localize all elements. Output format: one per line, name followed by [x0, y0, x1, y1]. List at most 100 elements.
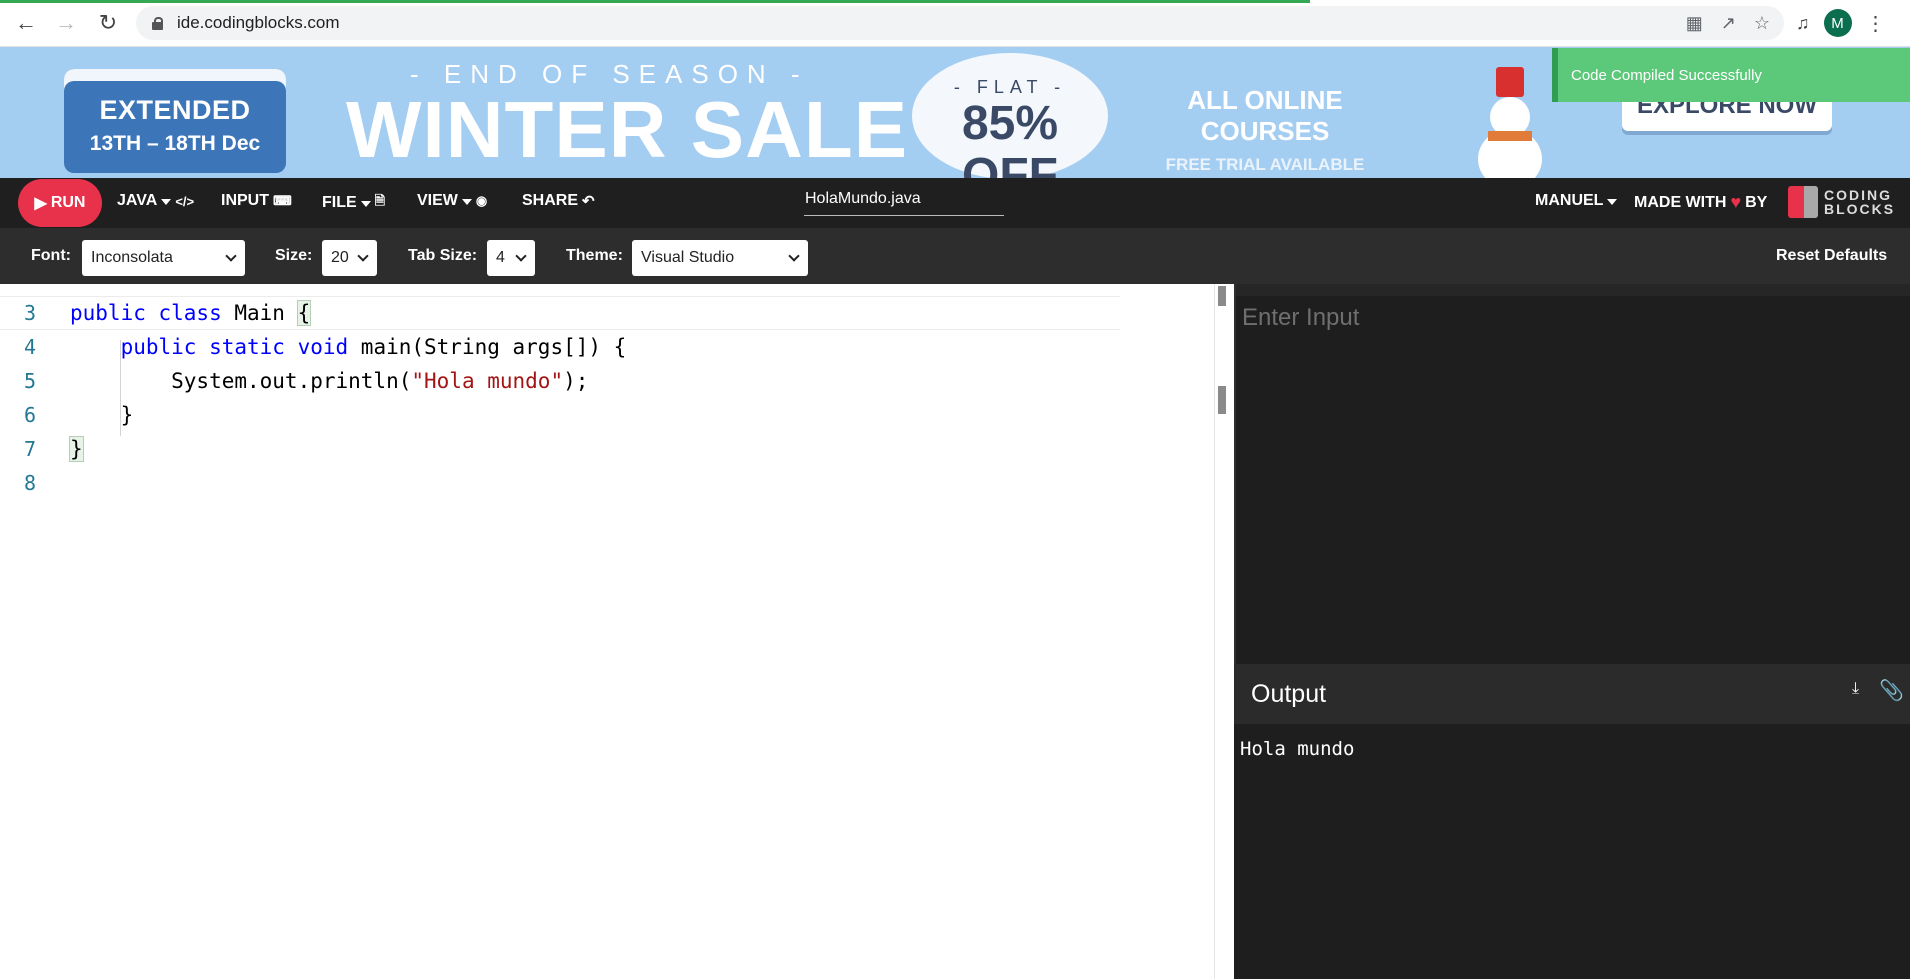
star-icon[interactable]: ☆: [1754, 13, 1770, 34]
discount-flat-label: - FLAT -: [953, 77, 1067, 97]
line-number: 3: [23, 301, 36, 325]
output-title: Output: [1251, 680, 1327, 708]
code-line[interactable]: 8: [0, 466, 1120, 500]
editor-scrollbar[interactable]: [1214, 284, 1234, 979]
run-button[interactable]: ▶ RUN: [18, 179, 102, 227]
run-label: RUN: [50, 194, 86, 211]
code-editor[interactable]: 3 public class Main { 4 public static vo…: [0, 284, 1234, 979]
user-label: MANUEL: [1535, 192, 1604, 209]
scrollbar-marker: [1218, 386, 1226, 414]
caret-down-icon: [161, 199, 172, 205]
sale-title: WINTER SALE: [346, 85, 909, 174]
url-text: ide.codingblocks.com: [177, 13, 340, 32]
code-line[interactable]: 6 }: [0, 398, 1120, 432]
browser-toolbar: ← → ↻ ide.codingblocks.com ▦ ↗ ☆ ♫ M ⋮: [0, 0, 1910, 47]
output-header: Output ⤓ 📎: [1234, 664, 1910, 724]
line-number: 6: [23, 403, 36, 427]
input-textarea[interactable]: Enter Input: [1234, 284, 1910, 664]
output-text: Hola mundo: [1240, 738, 1355, 760]
heart-icon: ♥: [1730, 192, 1742, 212]
reply-icon: ↶: [582, 193, 595, 210]
code-line[interactable]: 7 }: [0, 432, 1120, 466]
file-icon: 🗎: [374, 193, 386, 208]
eye-icon: ◉: [475, 193, 488, 208]
input-menu[interactable]: INPUT ⌨: [221, 192, 292, 210]
snowman-illustration: [1470, 67, 1550, 178]
back-arrow-icon[interactable]: ←: [6, 3, 46, 43]
courses-text: ALL ONLINE COURSES FREE TRIAL AVAILABLE: [1140, 85, 1390, 175]
play-icon: ▶: [34, 195, 47, 212]
editor-settings-bar: Font: Inconsolata Size: 20 Tab Size: 4 T…: [0, 228, 1910, 284]
forward-arrow-icon[interactable]: →: [46, 3, 86, 43]
lock-icon[interactable]: [152, 17, 163, 30]
page-load-progress-bar: [0, 0, 1310, 3]
ide-toolbar: ▶ RUN JAVA </> INPUT ⌨ FILE 🗎 VIEW ◉ SHA…: [0, 178, 1910, 228]
font-select[interactable]: Inconsolata: [82, 240, 245, 276]
theme-select[interactable]: Visual Studio: [632, 240, 808, 276]
tab-size-label: Tab Size:: [408, 247, 478, 264]
output-area: Hola mundo: [1234, 724, 1910, 979]
made-with-text: MADE WITH ♥ BY: [1634, 192, 1767, 213]
share-menu[interactable]: SHARE ↶: [522, 192, 595, 210]
code-icon: </>: [175, 193, 195, 209]
menu-icon[interactable]: ⋮: [1866, 11, 1886, 36]
size-label: Size:: [275, 247, 313, 264]
cube-logo-icon: [1788, 186, 1818, 218]
made-with-label: MADE WITH: [1634, 193, 1727, 211]
media-control-icon[interactable]: ♫: [1796, 13, 1810, 34]
discount-badge: - FLAT - 85% OFF: [912, 53, 1108, 178]
theme-select-value: Visual Studio: [641, 249, 735, 266]
courses-line2: FREE TRIAL AVAILABLE: [1165, 155, 1365, 174]
caret-down-icon: [461, 199, 472, 205]
caret-down-icon: [1607, 199, 1618, 205]
chevron-down-icon: [357, 250, 369, 262]
size-select-value: 20: [331, 249, 349, 266]
input-placeholder: Enter Input: [1242, 304, 1360, 331]
code-line[interactable]: 5 System.out.println("Hola mundo");: [0, 364, 1120, 398]
code-line[interactable]: 4 public static void main(String args[])…: [0, 330, 1120, 364]
caret-down-icon: [360, 201, 371, 207]
reset-defaults-button[interactable]: Reset Defaults: [1776, 247, 1887, 265]
tab-size-select-value: 4: [496, 249, 505, 266]
input-label: INPUT: [221, 192, 269, 209]
compile-success-toast[interactable]: Code Compiled Successfully: [1552, 48, 1910, 102]
filename-input[interactable]: HolaMundo.java: [804, 190, 1004, 216]
avatar[interactable]: M: [1823, 9, 1852, 37]
discount-value: 85% OFF: [961, 97, 1059, 179]
courses-line1: ALL ONLINE COURSES: [1187, 85, 1343, 146]
sign-line2: 13TH – 18TH Dec: [89, 132, 261, 155]
address-bar[interactable]: ide.codingblocks.com ▦ ↗ ☆: [136, 6, 1784, 40]
brand-line2: BLOCKS: [1824, 201, 1896, 217]
language-label: JAVA: [117, 192, 158, 209]
line-number: 4: [23, 335, 36, 359]
language-menu[interactable]: JAVA </>: [117, 192, 194, 210]
code-line[interactable]: 3 public class Main {: [0, 296, 1120, 330]
view-label: VIEW: [417, 192, 458, 209]
line-number: 8: [23, 471, 36, 495]
theme-label: Theme:: [566, 247, 623, 264]
coding-blocks-logo[interactable]: CODING BLOCKS: [1788, 186, 1895, 218]
chevron-down-icon: [515, 250, 527, 262]
translate-icon[interactable]: ▦: [1686, 13, 1703, 34]
user-menu[interactable]: MANUEL: [1535, 192, 1618, 210]
line-number: 5: [23, 369, 36, 393]
keyboard-icon: ⌨: [273, 193, 292, 208]
scrollbar-thumb[interactable]: [1218, 286, 1226, 306]
paperclip-icon[interactable]: 📎: [1879, 678, 1904, 703]
view-menu[interactable]: VIEW ◉: [417, 192, 487, 210]
reload-icon[interactable]: ↻: [88, 3, 128, 43]
font-label: Font:: [31, 247, 71, 264]
font-select-value: Inconsolata: [91, 249, 173, 266]
chevron-down-icon: [788, 250, 800, 262]
share-icon[interactable]: ↗: [1721, 13, 1736, 34]
brand-line1: CODING: [1824, 187, 1892, 203]
file-label: FILE: [322, 194, 357, 211]
size-select[interactable]: 20: [322, 240, 377, 276]
extended-sign: EXTENDED 13TH – 18TH Dec: [64, 69, 286, 173]
by-label: BY: [1745, 193, 1768, 211]
line-number: 7: [23, 437, 36, 461]
tab-size-select[interactable]: 4: [487, 240, 535, 276]
file-menu[interactable]: FILE 🗎: [322, 192, 385, 214]
download-icon[interactable]: ⤓: [1852, 680, 1859, 698]
chevron-down-icon: [225, 250, 237, 262]
